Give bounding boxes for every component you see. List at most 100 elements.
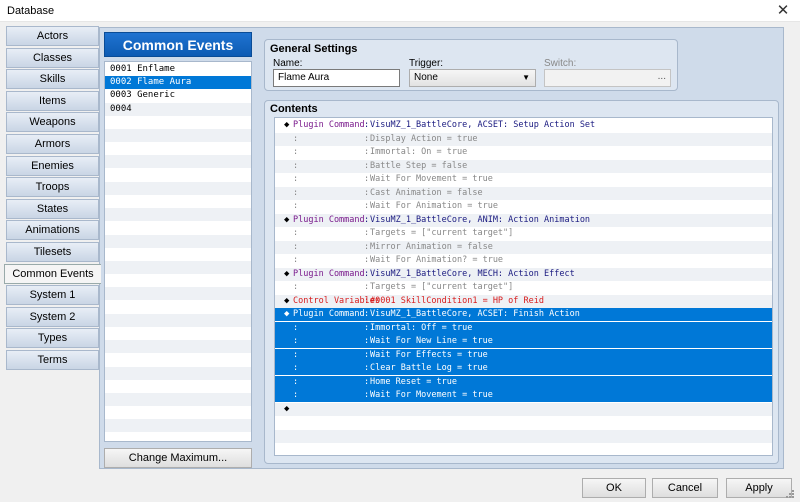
ok-button[interactable]: OK <box>582 478 646 498</box>
cancel-button[interactable]: Cancel <box>652 478 718 498</box>
tab-items[interactable]: Items <box>6 90 99 111</box>
tab-skills[interactable]: Skills <box>6 69 99 90</box>
tab-common-events[interactable]: Common Events <box>4 263 101 284</box>
event-command-row[interactable]: ◆ Plugin Command: VisuMZ_1_BattleCore, MEC… <box>275 267 772 281</box>
event-command-row[interactable]: :: Wait For Movement = true <box>275 173 772 186</box>
tab-weapons[interactable]: Weapons <box>6 112 99 133</box>
command-text: VisuMZ_1_BattleCore, ANIM: Action Animat… <box>370 214 591 225</box>
name-input[interactable]: Flame Aura <box>273 69 400 87</box>
list-stripe <box>105 287 251 301</box>
event-command-row[interactable]: :: Immortal: On = true <box>275 146 772 159</box>
event-command-row[interactable]: :: Immortal: Off = true <box>275 321 772 335</box>
command-separator: : <box>364 336 370 346</box>
command-text: VisuMZ_1_BattleCore, ACSET: Finish Actio… <box>370 309 580 319</box>
command-separator: : <box>364 228 370 238</box>
command-name: : <box>293 241 299 252</box>
command-text: Battle Step = false <box>370 160 468 171</box>
common-event-item[interactable]: 0004 <box>105 103 251 116</box>
event-commands-list[interactable]: ◆ Plugin Command: VisuMZ_1_BattleCore, ACS… <box>274 117 773 456</box>
common-event-item[interactable]: 0002 Flame Aura <box>105 76 251 90</box>
tab-classes[interactable]: Classes <box>6 47 99 68</box>
dropdown-arrow-icon: ▼ <box>522 73 530 82</box>
command-text: Targets = ["current target"] <box>370 282 514 292</box>
command-name: : <box>293 255 299 265</box>
command-text: Wait For New Line = true <box>370 336 493 346</box>
common-events-list[interactable]: 0001 Enflame 0002 Flame Aura 0003 Generic 0… <box>104 61 252 442</box>
close-icon[interactable]: ✕ <box>766 0 800 22</box>
event-command-row[interactable]: :: Display Action = true <box>275 132 772 146</box>
command-name: : <box>293 322 299 333</box>
tab-tilesets[interactable]: Tilesets <box>6 242 99 262</box>
command-name: : <box>293 363 299 373</box>
command-text: Display Action = true <box>370 133 478 144</box>
tab-enemies[interactable]: Enemies <box>6 155 99 176</box>
name-label: Name: <box>273 58 303 69</box>
list-stripe <box>105 261 251 274</box>
event-command-row[interactable]: ◆ Control Variables: #0001 SkillCondition1… <box>275 294 772 308</box>
tab-actors[interactable]: Actors <box>6 26 99 46</box>
event-command-row[interactable]: :: Wait For New Line = true <box>275 335 772 348</box>
event-command-row[interactable] <box>275 429 772 443</box>
command-marker: ◆ <box>284 309 290 319</box>
tab-types[interactable]: Types <box>6 328 99 349</box>
command-text: Immortal: Off = true <box>370 322 473 333</box>
command-name: : <box>293 390 299 400</box>
command-marker: ◆ <box>284 214 290 225</box>
command-text: VisuMZ_1_BattleCore, MECH: Action Effect <box>370 268 575 279</box>
command-separator: : <box>364 295 370 306</box>
command-name: : <box>293 336 299 346</box>
event-command-row[interactable]: :: Wait For Effects = true <box>275 348 772 362</box>
command-name: : <box>293 147 299 157</box>
event-command-row[interactable]: :: Targets = ["current target"] <box>275 227 772 240</box>
change-maximum-button[interactable]: Change Maximum... <box>104 448 252 468</box>
tab-troops[interactable]: Troops <box>6 177 99 198</box>
event-command-row[interactable]: :: Cast Animation = false <box>275 186 772 200</box>
tab-armors[interactable]: Armors <box>6 134 99 154</box>
event-command-row[interactable]: :: Wait For Animation = true <box>275 200 772 213</box>
command-text: Wait For Movement = true <box>370 174 493 184</box>
event-command-row[interactable]: :: Home Reset = true <box>275 375 772 389</box>
event-command-row[interactable]: :: Mirror Animation = false <box>275 240 772 254</box>
command-separator: : <box>364 390 370 400</box>
common-event-item[interactable]: 0001 Enflame <box>105 63 251 76</box>
tab-system-1[interactable]: System 1 <box>6 285 99 306</box>
list-stripe <box>105 340 251 354</box>
tab-states[interactable]: States <box>6 198 99 219</box>
common-event-item[interactable]: 0003 Generic <box>105 89 251 102</box>
switch-label: Switch: <box>544 58 577 69</box>
command-name: : <box>293 349 299 360</box>
event-command-row[interactable]: :: Clear Battle Log = true <box>275 362 772 375</box>
command-text: Wait For Animation? = true <box>370 255 504 265</box>
list-stripe <box>105 393 251 406</box>
resize-grip-icon[interactable] <box>784 488 796 500</box>
event-command-row[interactable]: ◆ <box>275 402 772 416</box>
event-command-row[interactable]: ◆ Plugin Command: VisuMZ_1_BattleCore, ANI… <box>275 213 772 227</box>
command-name: : <box>293 160 299 171</box>
contents-title: Contents <box>270 103 318 115</box>
tab-animations[interactable]: Animations <box>6 220 99 241</box>
event-command-row[interactable]: :: Targets = ["current target"] <box>275 281 772 294</box>
title-bar: Database ✕ <box>0 0 800 22</box>
command-separator: : <box>364 309 370 319</box>
event-command-row[interactable]: ◆ Plugin Command: VisuMZ_1_BattleCore, ACS… <box>275 308 772 321</box>
command-text: #0001 SkillCondition1 = HP of Reid <box>370 295 544 306</box>
command-separator: : <box>364 133 370 144</box>
trigger-select[interactable]: None ▼ <box>409 69 536 87</box>
command-text: Immortal: On = true <box>370 147 468 157</box>
tab-terms[interactable]: Terms <box>6 350 99 370</box>
event-command-row[interactable]: :: Battle Step = false <box>275 159 772 173</box>
event-command-row[interactable] <box>275 416 772 429</box>
command-text: Wait For Effects = true <box>370 349 488 360</box>
command-separator: : <box>364 147 370 157</box>
list-stripe <box>105 208 251 222</box>
window-title: Database <box>7 5 55 17</box>
apply-button[interactable]: Apply <box>726 478 792 498</box>
event-command-row[interactable]: :: Wait For Movement = true <box>275 389 772 402</box>
command-name: : <box>293 282 299 292</box>
command-name: : <box>293 174 299 184</box>
event-command-row[interactable]: ◆ Plugin Command: VisuMZ_1_BattleCore, ACS… <box>275 119 772 132</box>
list-stripe <box>105 313 251 327</box>
ellipsis-icon: ... <box>657 71 666 82</box>
tab-system-2[interactable]: System 2 <box>6 306 99 327</box>
event-command-row[interactable]: :: Wait For Animation? = true <box>275 254 772 267</box>
